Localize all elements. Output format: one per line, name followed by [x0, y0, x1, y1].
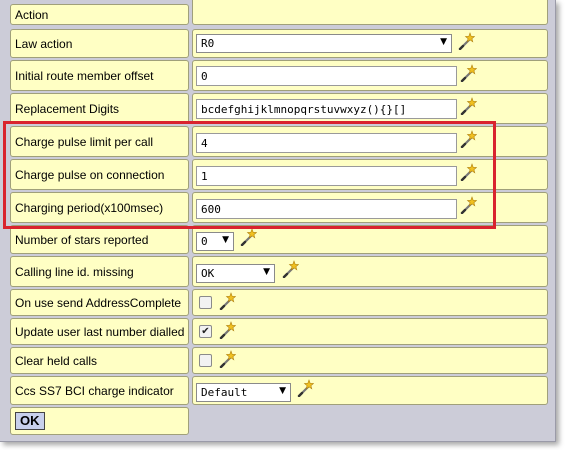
section-title: Action: [15, 7, 49, 22]
clear-held-label: Clear held calls: [15, 353, 98, 368]
magic-wand-icon[interactable]: [218, 321, 236, 339]
law-action-value-cell: R0 ▼: [192, 29, 548, 58]
highlight-box: [3, 121, 496, 229]
law-action-label: Law action: [15, 36, 73, 51]
send-address-label-cell: On use send AddressComplete: [10, 289, 189, 316]
law-action-selected-value: R0: [201, 37, 215, 50]
replacement-digits-label-cell: Replacement Digits: [10, 93, 189, 124]
magic-wand-icon[interactable]: [218, 350, 236, 368]
section-header-value-cell: [192, 0, 548, 25]
form-panel: Action Law action R0 ▼ Initial route mem…: [0, 0, 556, 442]
ok-button[interactable]: OK: [15, 412, 45, 430]
magic-wand-icon[interactable]: [218, 292, 236, 310]
law-action-select[interactable]: R0 ▼: [196, 34, 452, 53]
magic-wand-icon[interactable]: [239, 228, 257, 246]
chevron-down-icon: ▼: [222, 235, 229, 245]
stars-reported-label: Number of stars reported: [15, 232, 149, 247]
section-header: Action: [10, 4, 189, 25]
magic-wand-icon[interactable]: [459, 97, 477, 115]
stars-reported-select[interactable]: 0 ▼: [196, 232, 234, 251]
magic-wand-icon[interactable]: [459, 64, 477, 82]
clear-held-checkbox[interactable]: [199, 354, 212, 367]
send-address-checkbox[interactable]: [199, 296, 212, 309]
law-action-label-cell: Law action: [10, 29, 189, 58]
calling-line-value-cell: OK ▼: [192, 256, 548, 287]
initial-route-value-cell: 0: [192, 60, 548, 91]
stars-reported-label-cell: Number of stars reported: [10, 225, 189, 254]
ccs-ss7-label: Ccs SS7 BCI charge indicator: [15, 383, 174, 398]
ok-row-cell: OK: [10, 407, 189, 435]
calling-line-label-cell: Calling line id. missing: [10, 256, 189, 287]
calling-line-label: Calling line id. missing: [15, 264, 134, 279]
ccs-ss7-select[interactable]: Default ▼: [196, 383, 291, 402]
ccs-ss7-label-cell: Ccs SS7 BCI charge indicator: [10, 376, 189, 405]
stars-reported-selected-value: 0: [201, 235, 208, 248]
chevron-down-icon: ▼: [440, 37, 447, 47]
update-user-checkbox[interactable]: ✔: [199, 325, 212, 338]
magic-wand-icon[interactable]: [296, 379, 314, 397]
initial-route-input[interactable]: 0: [196, 66, 457, 86]
magic-wand-icon[interactable]: [281, 260, 299, 278]
send-address-label: On use send AddressComplete: [15, 295, 182, 310]
chevron-down-icon: ▼: [279, 386, 286, 396]
replacement-digits-value-cell: bcdefghijklmnopqrstuvwxyz(){}[]: [192, 93, 548, 124]
clear-held-label-cell: Clear held calls: [10, 347, 189, 374]
ccs-ss7-selected-value: Default: [201, 386, 248, 399]
check-mark-icon: ✔: [201, 326, 210, 337]
send-address-value-cell: [192, 289, 548, 316]
ccs-ss7-value-cell: Default ▼: [192, 376, 548, 405]
replacement-digits-input[interactable]: bcdefghijklmnopqrstuvwxyz(){}[]: [196, 99, 457, 119]
calling-line-selected-value: OK: [201, 267, 215, 280]
replacement-digits-label: Replacement Digits: [15, 101, 120, 116]
magic-wand-icon[interactable]: [457, 32, 475, 50]
calling-line-select[interactable]: OK ▼: [196, 264, 275, 283]
stars-reported-value-cell: 0 ▼: [192, 225, 548, 254]
update-user-value-cell: ✔: [192, 318, 548, 345]
update-user-label-cell: Update user last number dialled: [10, 318, 189, 345]
initial-route-label-cell: Initial route member offset: [10, 60, 189, 91]
initial-route-label: Initial route member offset: [15, 68, 154, 83]
clear-held-value-cell: [192, 347, 548, 374]
chevron-down-icon: ▼: [263, 267, 270, 277]
update-user-label: Update user last number dialled: [15, 324, 185, 339]
